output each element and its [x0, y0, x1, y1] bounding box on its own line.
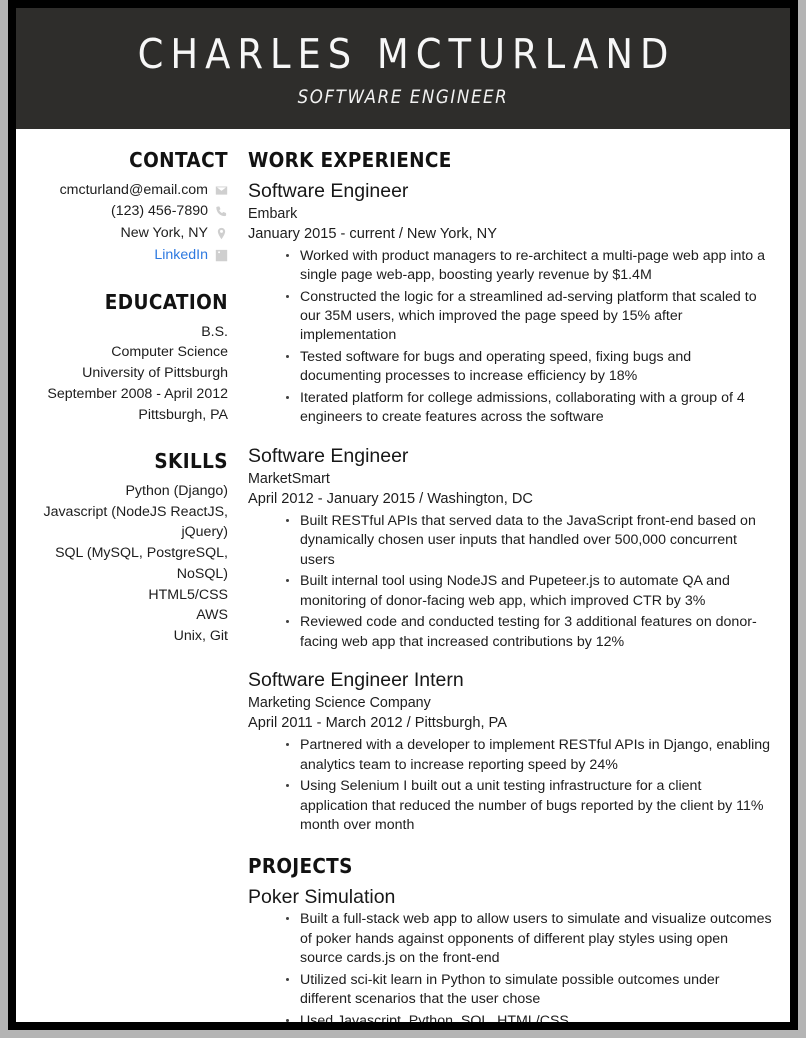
education-line: Pittsburgh, PA — [138, 406, 228, 423]
linkedin-icon[interactable] — [215, 249, 228, 262]
contact-location-text: New York, NY — [120, 225, 208, 242]
job-meta: January 2015 - current / New York, NY — [248, 224, 773, 245]
candidate-job-title: SOFTWARE ENGINEER — [297, 86, 509, 108]
skill-item: SQL (MySQL, PostgreSQL, NoSQL) — [55, 545, 228, 582]
phone-icon — [215, 205, 228, 218]
skill-item: Python (Django) — [125, 482, 228, 499]
education-line: University of Pittsburgh — [82, 365, 228, 382]
project-bullet: Used Javascript, Python, SQL, HTML/CSS — [286, 1012, 773, 1022]
job-dates: April 2011 - March 2012 — [248, 715, 403, 732]
education-section: EDUCATION B.S. Computer Science Universi… — [16, 290, 228, 425]
contact-item-phone[interactable]: (123) 456-7890 — [16, 201, 228, 222]
work-experience-section: WORK EXPERIENCE Software Engineer Embark… — [248, 148, 773, 835]
resume-page-border: CHARLES MCTURLAND SOFTWARE ENGINEER CONT… — [8, 0, 798, 1030]
job-bullet: Built RESTful APIs that served data to t… — [286, 512, 773, 570]
job-bullets: Built RESTful APIs that served data to t… — [248, 512, 773, 652]
skill-item: Unix, Git — [173, 628, 228, 644]
education-heading: EDUCATION — [104, 290, 228, 315]
job-bullet: Tested software for bugs and operating s… — [286, 348, 773, 387]
job-meta-separator: / — [419, 491, 424, 508]
job-dates: January 2015 - current — [248, 225, 395, 242]
contact-item-location[interactable]: New York, NY — [16, 223, 228, 244]
skills-heading: SKILLS — [154, 449, 228, 474]
job-title: Software Engineer — [248, 444, 409, 467]
project-title: Poker Simulation — [248, 885, 396, 908]
job-company: Embark — [248, 205, 298, 222]
job-bullet: Reviewed code and conducted testing for … — [286, 613, 773, 652]
project-bullet: Built a full-stack web app to allow user… — [286, 910, 773, 968]
projects-heading: PROJECTS — [248, 854, 353, 879]
work-entry: Software Engineer Embark January 2015 - … — [248, 179, 773, 428]
contact-item-email[interactable]: cmcturland@email.com — [16, 180, 228, 201]
work-entry: Software Engineer MarketSmart April 2012… — [248, 444, 773, 652]
job-dates: April 2012 - January 2015 — [248, 491, 416, 508]
skill-item: AWS — [196, 607, 228, 624]
job-bullet: Constructed the logic for a streamlined … — [286, 288, 773, 346]
job-meta-separator: / — [398, 225, 403, 242]
job-bullet: Iterated platform for college admissions… — [286, 389, 773, 428]
resume-body: CONTACT cmcturland@email.com (123) 456-7… — [16, 129, 790, 1022]
work-entry: Software Engineer Intern Marketing Scien… — [248, 668, 773, 835]
skill-item: HTML5/CSS — [148, 586, 228, 603]
skill-item: Javascript (NodeJS ReactJS, jQuery) — [43, 503, 228, 541]
job-company: Marketing Science Company — [248, 695, 431, 712]
job-location: New York, NY — [406, 225, 497, 242]
skills-section: SKILLS Python (Django) Javascript (NodeJ… — [16, 450, 228, 646]
job-meta: April 2011 - March 2012/Pittsburgh, PA — [248, 713, 773, 734]
job-location: Pittsburgh, PA — [414, 715, 507, 732]
project-bullets: Built a full-stack web app to allow user… — [248, 910, 773, 1022]
job-bullet: Partnered with a developer to implement … — [286, 736, 773, 775]
work-experience-heading: WORK EXPERIENCE — [248, 148, 452, 172]
main-column: WORK EXPERIENCE Software Engineer Embark… — [245, 148, 790, 1022]
contact-linkedin-text[interactable]: LinkedIn — [154, 245, 208, 266]
job-bullet: Worked with product managers to re-archi… — [286, 247, 773, 286]
projects-section: PROJECTS Poker Simulation Built a full-s… — [248, 855, 773, 1022]
job-meta: April 2012 - January 2015/Washington, DC — [248, 489, 773, 510]
location-pin-icon — [215, 227, 228, 240]
contact-heading: CONTACT — [129, 148, 228, 172]
contact-phone-text: (123) 456-7890 — [110, 203, 208, 220]
contact-item-linkedin[interactable]: LinkedIn — [16, 245, 228, 266]
resume-header: CHARLES MCTURLAND SOFTWARE ENGINEER — [16, 8, 790, 129]
contact-email-text: cmcturland@email.com — [59, 181, 208, 198]
project-entry: Poker Simulation Built a full-stack web … — [248, 885, 773, 1022]
education-line: B.S. — [201, 323, 228, 340]
education-line: Computer Science — [111, 344, 228, 361]
job-title: Software Engineer — [248, 179, 409, 202]
sidebar-column: CONTACT cmcturland@email.com (123) 456-7… — [16, 148, 245, 672]
job-bullet: Using Selenium I built out a unit testin… — [286, 777, 773, 835]
job-bullet: Built internal tool using NodeJS and Pup… — [286, 572, 773, 611]
education-line: September 2008 - April 2012 — [47, 385, 228, 402]
job-bullets: Worked with product managers to re-archi… — [248, 247, 773, 428]
envelope-icon — [215, 184, 228, 197]
resume-page: CHARLES MCTURLAND SOFTWARE ENGINEER CONT… — [16, 8, 790, 1022]
job-bullets: Partnered with a developer to implement … — [248, 736, 773, 835]
job-location: Washington, DC — [427, 491, 533, 508]
contact-section: CONTACT cmcturland@email.com (123) 456-7… — [16, 148, 228, 266]
job-title: Software Engineer Intern — [248, 669, 464, 692]
job-meta-separator: / — [406, 715, 411, 732]
project-bullet: Utilized sci-kit learn in Python to simu… — [286, 971, 773, 1010]
job-company: MarketSmart — [248, 471, 330, 488]
candidate-name: CHARLES MCTURLAND — [137, 30, 676, 79]
